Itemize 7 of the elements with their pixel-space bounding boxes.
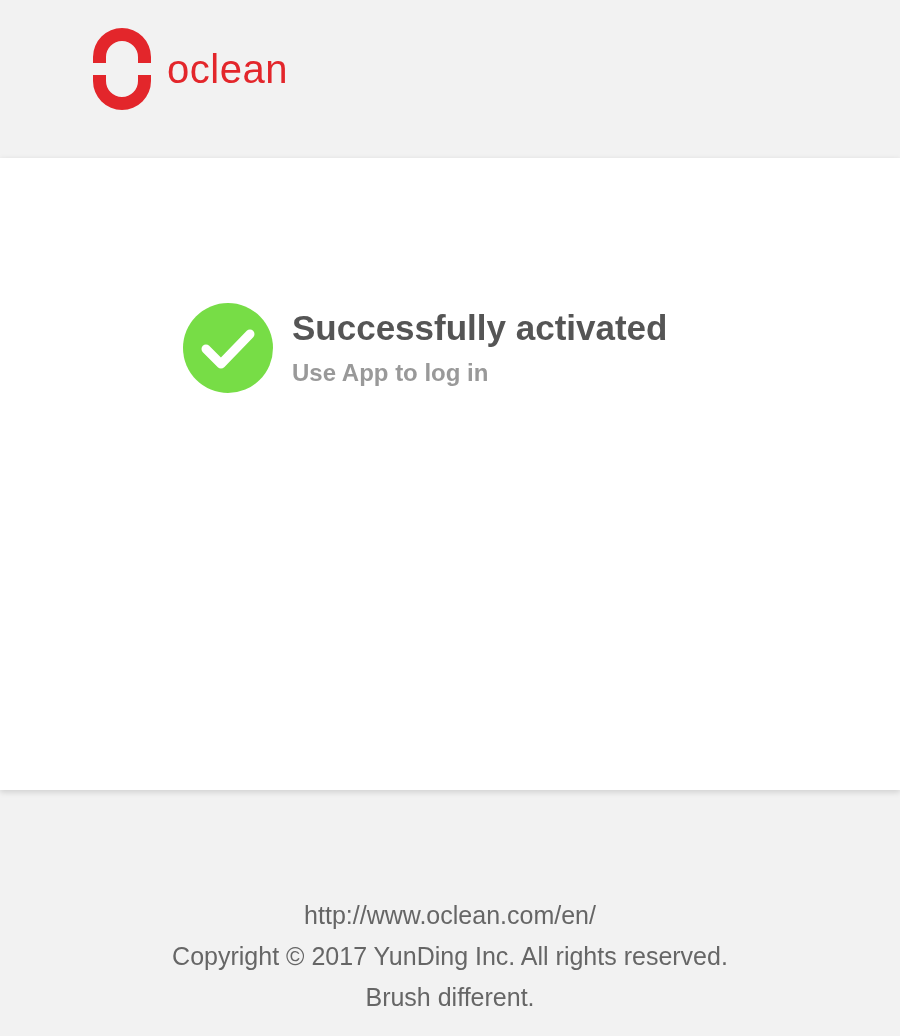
- status-title: Successfully activated: [292, 307, 668, 349]
- success-check-icon: [183, 303, 273, 393]
- status-subtitle: Use App to log in: [292, 359, 490, 387]
- footer-text: Copyright © 2017 YunDing Inc. All rights reserved.: [172, 941, 728, 972]
- logo-text: oclean: [167, 46, 288, 92]
- footer-text: Brush different.: [365, 982, 535, 1013]
- footer-text: http://www.oclean.com/en/: [304, 900, 596, 931]
